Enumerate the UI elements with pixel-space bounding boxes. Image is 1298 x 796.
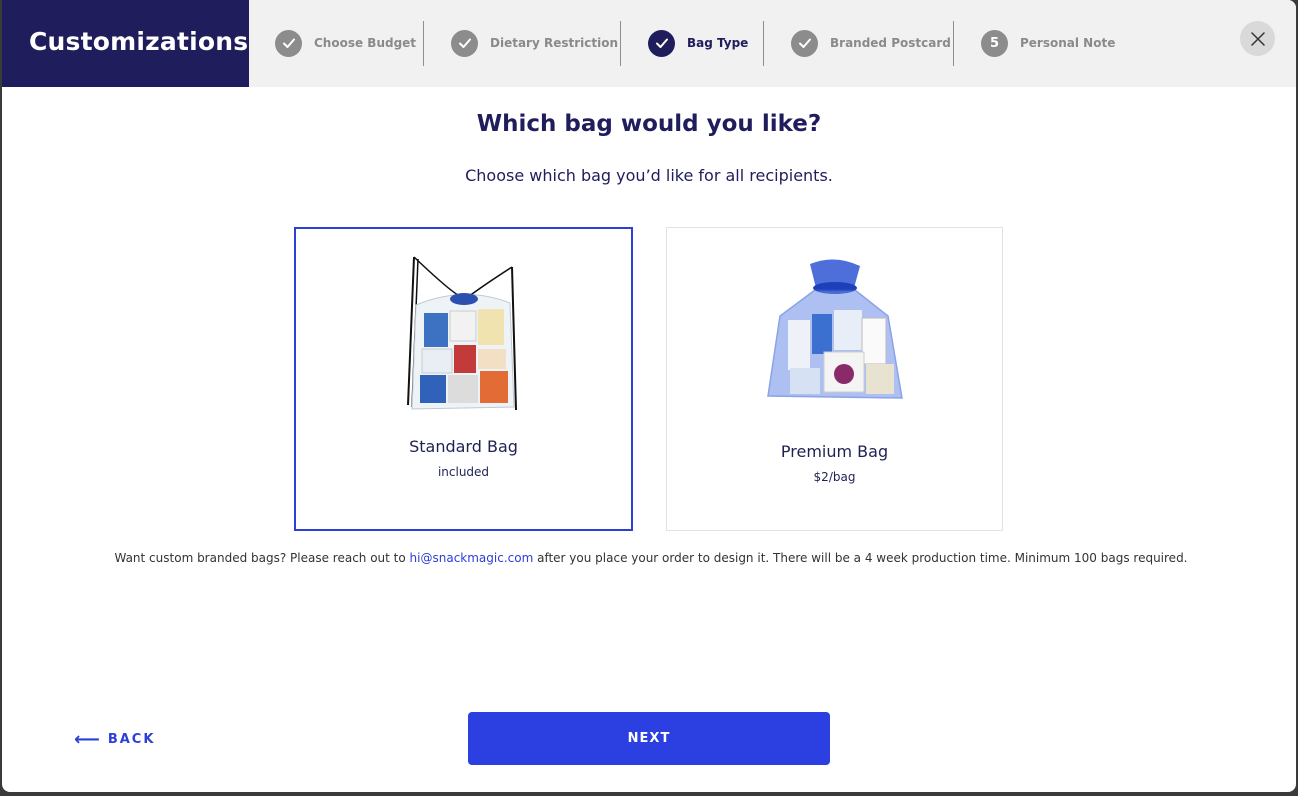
- back-button[interactable]: ⟵ BACK: [74, 729, 155, 750]
- premium-bag-image: [760, 256, 910, 412]
- note-text-before: Want custom branded bags? Please reach o…: [114, 551, 410, 565]
- note-text-after: after you place your order to design it.…: [533, 551, 1188, 565]
- option-name: Standard Bag: [409, 437, 518, 456]
- step-branded-postcard[interactable]: Branded Postcard: [791, 29, 951, 57]
- step-divider: [953, 21, 954, 66]
- step-divider: [763, 21, 764, 66]
- close-button[interactable]: [1240, 21, 1275, 56]
- check-icon: [648, 29, 675, 57]
- next-button[interactable]: NEXT: [468, 712, 830, 765]
- step-label: Bag Type: [687, 36, 749, 50]
- brand-title: Customizations: [2, 0, 249, 87]
- standard-bag-image: [394, 255, 534, 415]
- option-premium-bag[interactable]: Premium Bag $2/bag: [666, 227, 1003, 531]
- step-divider: [423, 21, 424, 66]
- option-price: included: [437, 465, 490, 479]
- back-label: BACK: [107, 732, 156, 747]
- step-label: Dietary Restriction: [490, 36, 619, 50]
- check-icon: [275, 29, 302, 57]
- page-subtitle: Choose which bag you’d like for all reci…: [465, 166, 833, 185]
- step-personal-note[interactable]: 5 Personal Note: [981, 29, 1115, 57]
- customizations-modal: Customizations Choose Budget Dietary Res…: [2, 0, 1296, 792]
- option-standard-bag[interactable]: Standard Bag included: [294, 227, 633, 531]
- step-divider: [620, 21, 621, 66]
- email-link[interactable]: hi@snackmagic.com: [410, 551, 534, 565]
- page-title: Which bag would you like?: [476, 111, 822, 137]
- check-icon: [451, 29, 478, 57]
- step-label: Branded Postcard: [830, 36, 951, 50]
- header: Customizations Choose Budget Dietary Res…: [2, 0, 1296, 87]
- step-label: Choose Budget: [314, 36, 417, 50]
- step-bag-type[interactable]: Bag Type: [648, 29, 748, 57]
- custom-bag-note: Want custom branded bags? Please reach o…: [2, 551, 1296, 565]
- arrow-left-icon: ⟵: [74, 729, 100, 750]
- option-name: Premium Bag: [780, 442, 889, 461]
- close-icon: [1250, 31, 1265, 46]
- check-icon: [791, 29, 818, 57]
- step-choose-budget[interactable]: Choose Budget: [275, 29, 416, 57]
- step-number: 5: [981, 29, 1008, 57]
- step-dietary-restriction[interactable]: Dietary Restriction: [451, 29, 618, 57]
- step-label: Personal Note: [1020, 36, 1116, 50]
- next-label: NEXT: [627, 731, 671, 746]
- option-price: $2/bag: [813, 470, 856, 484]
